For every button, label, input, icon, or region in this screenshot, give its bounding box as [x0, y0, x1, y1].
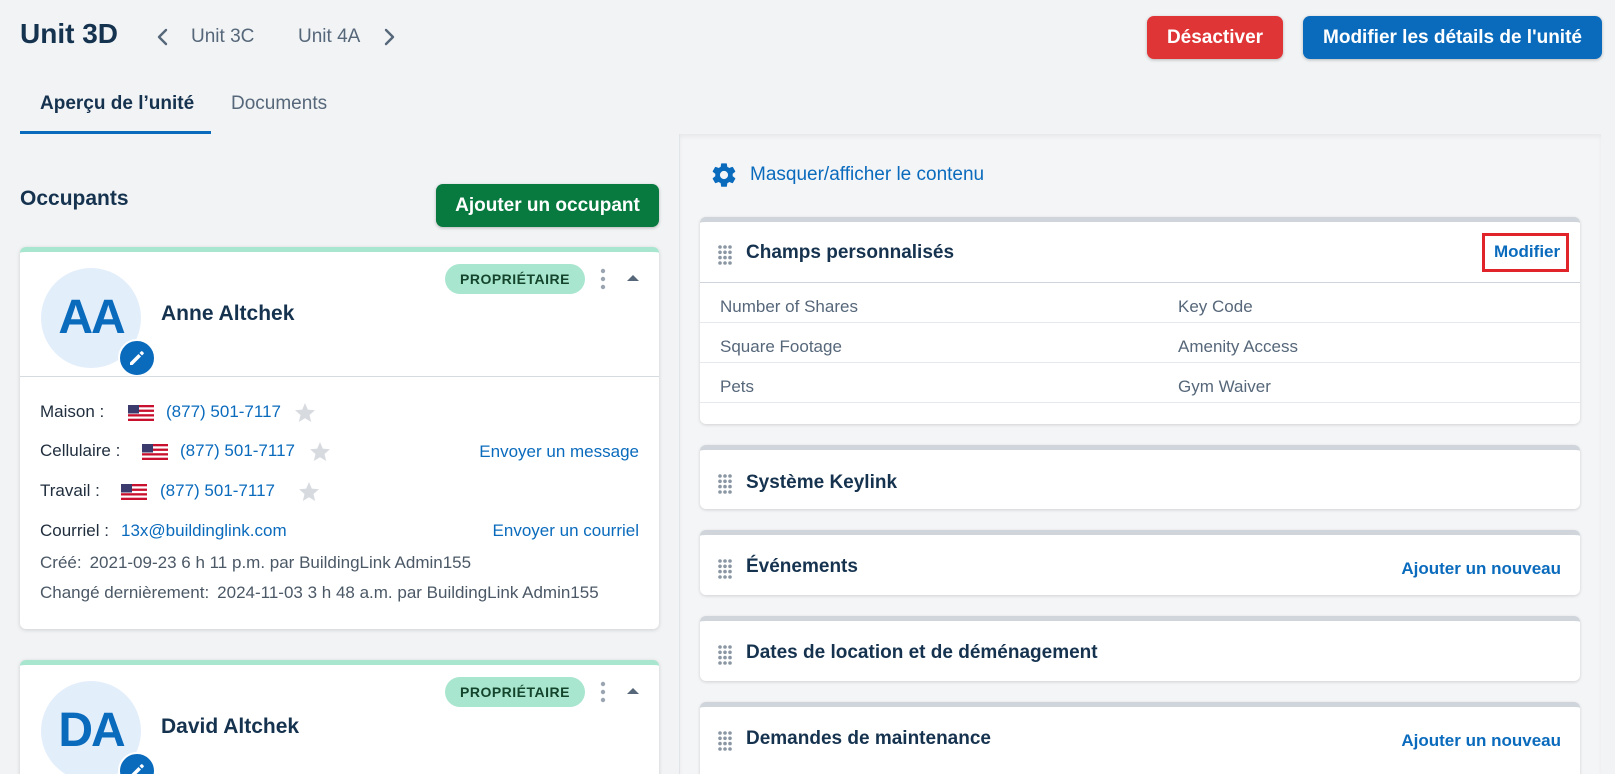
caret-up-icon[interactable] — [625, 270, 641, 286]
home-phone-label: Maison : — [40, 402, 105, 421]
drag-handle-icon[interactable] — [717, 644, 733, 666]
star-icon[interactable] — [308, 440, 332, 464]
add-maintenance-link[interactable]: Ajouter un nouveau — [1401, 731, 1561, 751]
occupant-name: Anne Altchek — [161, 302, 295, 325]
prev-unit-link[interactable]: Unit 3C — [191, 26, 254, 48]
status-badge: PROPRIÉTAIRE — [445, 264, 585, 294]
drag-handle-icon[interactable] — [717, 730, 733, 752]
email-label: Courriel : — [40, 521, 109, 540]
created-info: Créé: 2021-09-23 6 h 11 p.m. par Building… — [40, 553, 471, 573]
tab-unit-overview[interactable]: Aperçu de l’unité — [40, 93, 194, 115]
gear-icon[interactable] — [710, 161, 738, 189]
us-flag-icon — [142, 444, 168, 460]
custom-field-label: Key Code — [1178, 297, 1253, 316]
row-divider — [700, 322, 1580, 323]
deactivate-button[interactable]: Désactiver — [1147, 16, 1283, 59]
custom-field-label: Pets — [720, 377, 755, 396]
page-title: Unit 3D — [20, 18, 118, 49]
avatar-initials: AA — [58, 291, 125, 344]
edit-avatar-button[interactable] — [118, 339, 156, 377]
row-divider — [700, 362, 1580, 363]
us-flag-icon — [121, 484, 147, 500]
custom-field-label: Number of Shares — [720, 297, 858, 316]
changed-info: Changé dernièrement: 2024-11-03 3 h 48 a.… — [40, 583, 599, 603]
occupant-card: DA David Altchek PROPRIÉTAIRE — [20, 660, 659, 774]
occupants-title: Occupants — [20, 187, 129, 210]
page-header: Unit 3D Unit 3C Unit 4A Désactiver Modif… — [0, 0, 1615, 72]
avatar: DA — [41, 681, 156, 774]
changed-value: 2024-11-03 3 h 48 a.m. par BuildingLink … — [217, 583, 599, 602]
tab-documents[interactable]: Documents — [231, 93, 327, 115]
created-label: Créé: — [40, 553, 82, 572]
send-email-link[interactable]: Envoyer un courriel — [493, 521, 639, 541]
avatar: AA — [41, 268, 156, 377]
status-badge: PROPRIÉTAIRE — [445, 677, 585, 707]
hide-show-content-link[interactable]: Masquer/afficher le contenu — [750, 164, 984, 186]
edit-unit-details-button[interactable]: Modifier les détails de l'unité — [1303, 16, 1602, 59]
row-divider — [700, 402, 1580, 403]
created-value: 2021-09-23 6 h 11 p.m. par BuildingLink … — [89, 553, 472, 572]
section-title: Événements — [746, 556, 858, 577]
work-phone-link[interactable]: (877) 501-7117 — [160, 481, 275, 501]
pencil-icon — [130, 351, 144, 365]
drag-handle-icon[interactable] — [717, 558, 733, 580]
events-section: Événements Ajouter un nouveau — [700, 530, 1580, 595]
add-event-link[interactable]: Ajouter un nouveau — [1401, 559, 1561, 579]
keylink-section: Système Keylink — [700, 445, 1580, 509]
home-phone-link[interactable]: (877) 501-7117 — [166, 402, 281, 422]
section-title: Système Keylink — [746, 472, 898, 493]
kebab-menu-icon[interactable] — [596, 266, 610, 292]
cell-phone-label: Cellulaire : — [40, 441, 121, 460]
card-divider — [20, 376, 659, 377]
section-title: Champs personnalisés — [746, 242, 955, 263]
drag-handle-icon[interactable] — [717, 473, 733, 495]
work-phone-label: Travail : — [40, 481, 100, 500]
occupant-name: David Altchek — [161, 715, 300, 738]
pencil-icon — [131, 764, 144, 774]
kebab-menu-icon[interactable] — [596, 679, 610, 705]
custom-fields-section: Champs personnalisés Number of Shares Ke… — [700, 217, 1580, 424]
drag-handle-icon[interactable] — [717, 244, 733, 266]
section-divider — [700, 282, 1580, 283]
send-message-link[interactable]: Envoyer un message — [479, 442, 639, 462]
add-occupant-button[interactable]: Ajouter un occupant — [436, 184, 659, 227]
section-title: Demandes de maintenance — [746, 728, 991, 749]
star-icon[interactable] — [297, 480, 321, 504]
lease-dates-section: Dates de location et de déménagement — [700, 616, 1580, 681]
active-tab-indicator — [20, 131, 211, 134]
custom-field-label: Amenity Access — [1178, 337, 1298, 356]
changed-label: Changé dernièrement: — [40, 583, 210, 602]
custom-field-label: Square Footage — [720, 337, 842, 356]
cell-phone-link[interactable]: (877) 501-7117 — [180, 441, 295, 461]
custom-field-label: Gym Waiver — [1178, 377, 1271, 396]
avatar-initials: DA — [58, 704, 125, 757]
modify-custom-fields-link[interactable]: Modifier — [1494, 242, 1560, 262]
chevron-left-icon[interactable] — [154, 26, 172, 48]
chevron-right-icon[interactable] — [380, 26, 398, 48]
caret-up-icon[interactable] — [625, 683, 641, 699]
maintenance-section: Demandes de maintenance Ajouter un nouve… — [700, 702, 1580, 774]
us-flag-icon — [128, 405, 154, 421]
occupant-card: AA Anne Altchek PROPRIÉTAIRE Maison : (8… — [20, 247, 659, 629]
email-link[interactable]: 13x@buildinglink.com — [121, 521, 287, 541]
star-icon[interactable] — [293, 401, 317, 425]
next-unit-link[interactable]: Unit 4A — [298, 26, 360, 48]
section-title: Dates de location et de déménagement — [746, 642, 1098, 663]
